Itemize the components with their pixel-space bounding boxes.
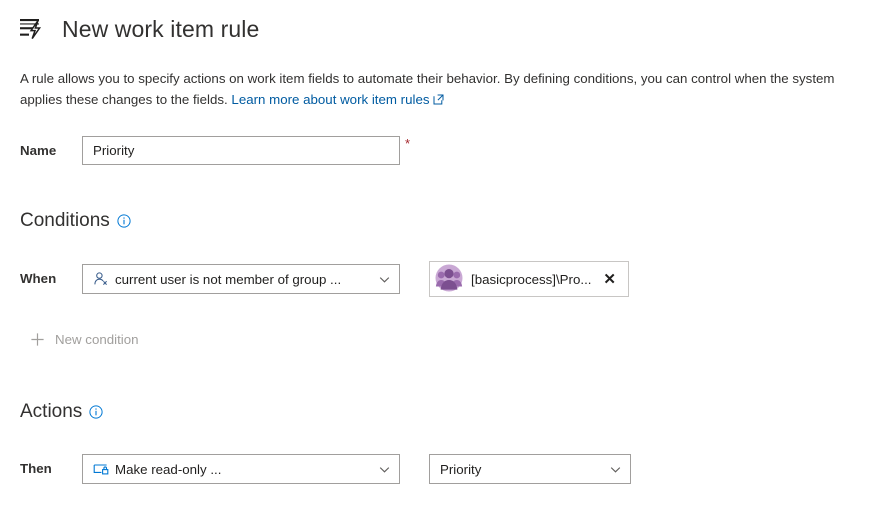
chevron-down-icon xyxy=(378,463,391,476)
action-field-value: Priority xyxy=(440,462,601,477)
new-condition-label: New condition xyxy=(55,332,139,347)
action-type-dropdown[interactable]: Make read-only ... xyxy=(82,454,400,484)
name-required-asterisk: * xyxy=(405,137,410,150)
info-icon[interactable] xyxy=(117,214,131,228)
close-icon[interactable]: ✕ xyxy=(601,270,618,289)
chevron-down-icon xyxy=(378,273,391,286)
info-icon[interactable] xyxy=(89,405,103,419)
identity-picker-row: [basicprocess]\Pro... ✕ xyxy=(429,261,629,297)
learn-more-link[interactable]: Learn more about work item rules xyxy=(231,92,443,107)
learn-more-label: Learn more about work item rules xyxy=(231,92,429,107)
conditions-section-heading: Conditions xyxy=(20,209,131,233)
actions-heading-label: Actions xyxy=(20,400,82,424)
description-text: A rule allows you to specify actions on … xyxy=(20,68,848,111)
then-action-row: Then Make read-only ... xyxy=(20,454,400,484)
when-condition-row: When current user is not member of group… xyxy=(20,264,400,294)
action-type-value: Make read-only ... xyxy=(115,462,370,477)
identity-chip[interactable]: [basicprocess]\Pro... ✕ xyxy=(429,261,629,297)
plus-icon xyxy=(30,332,45,347)
action-field-row: Priority xyxy=(429,454,631,484)
name-field-row: Name * xyxy=(20,136,410,166)
work-item-rule-icon xyxy=(18,14,48,44)
condition-type-value: current user is not member of group ... xyxy=(115,272,370,287)
user-not-member-icon xyxy=(93,271,109,287)
actions-section-heading: Actions xyxy=(20,400,103,424)
chevron-down-icon xyxy=(609,463,622,476)
identity-name: [basicprocess]\Pro... xyxy=(471,272,595,287)
page-title: New work item rule xyxy=(62,14,259,44)
name-label: Name xyxy=(20,136,82,166)
then-label: Then xyxy=(20,454,82,484)
group-avatar-icon xyxy=(435,264,471,295)
action-field-dropdown[interactable]: Priority xyxy=(429,454,631,484)
condition-type-dropdown[interactable]: current user is not member of group ... xyxy=(82,264,400,294)
make-read-only-icon xyxy=(93,461,109,477)
page-header: New work item rule xyxy=(18,14,259,44)
new-condition-button[interactable]: New condition xyxy=(24,328,145,351)
name-input-wrapper[interactable] xyxy=(82,136,400,165)
external-link-icon xyxy=(433,90,444,111)
when-label: When xyxy=(20,264,82,294)
name-input[interactable] xyxy=(93,143,389,158)
conditions-heading-label: Conditions xyxy=(20,209,110,233)
